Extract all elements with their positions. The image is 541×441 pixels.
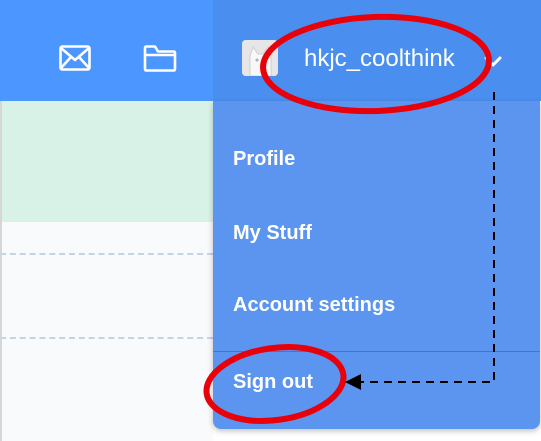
- menu-item-sign-out[interactable]: Sign out: [233, 371, 313, 394]
- menu-separator: [213, 351, 540, 352]
- dashed-divider: [0, 253, 213, 255]
- chevron-down-icon[interactable]: [483, 55, 503, 69]
- messages-button[interactable]: [55, 40, 95, 76]
- envelope-icon: [59, 45, 91, 71]
- folder-icon: [143, 45, 177, 72]
- dashed-divider: [0, 337, 213, 339]
- notification-banner: [0, 101, 213, 222]
- left-border: [0, 101, 2, 441]
- cat-avatar-icon: [242, 40, 278, 76]
- menu-item-account-settings[interactable]: Account settings: [233, 294, 395, 317]
- my-stuff-button[interactable]: [140, 40, 180, 76]
- avatar[interactable]: [242, 40, 278, 76]
- menu-item-my-stuff[interactable]: My Stuff: [233, 222, 312, 245]
- menu-item-profile[interactable]: Profile: [233, 148, 295, 171]
- username-label[interactable]: hkjc_coolthink: [304, 45, 455, 73]
